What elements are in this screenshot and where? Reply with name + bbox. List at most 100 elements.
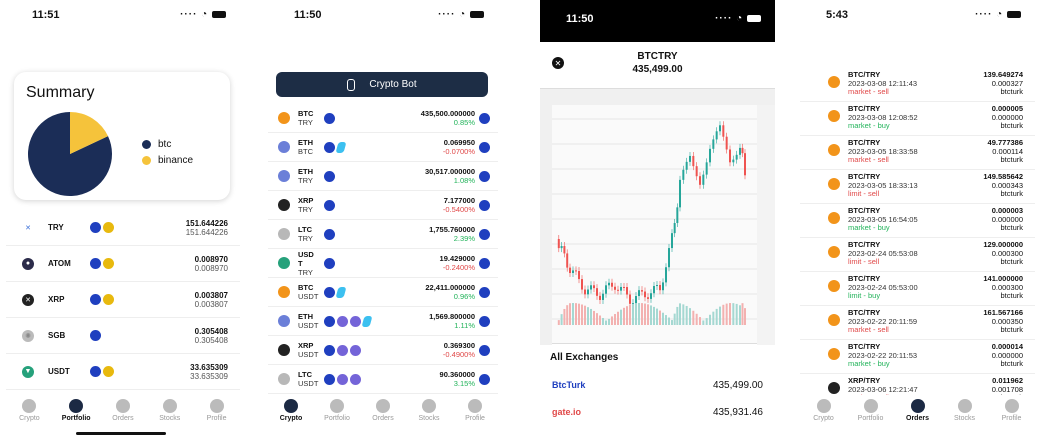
volume-bar bbox=[699, 317, 701, 325]
holding-row[interactable]: ● ATOM 0.008970 0.008970 bbox=[6, 246, 240, 282]
btcturk-icon bbox=[324, 315, 335, 327]
market-row[interactable]: BTC TRY 435,500.000000 0.85% bbox=[268, 104, 498, 133]
candle-body bbox=[679, 179, 681, 208]
tab-crypto[interactable]: Crypto bbox=[271, 399, 311, 439]
binance-icon bbox=[103, 366, 114, 377]
btcturk-icon bbox=[90, 330, 101, 341]
quote-symbol: USDT bbox=[298, 379, 319, 388]
exchange-row[interactable]: BtcTurk 435,499.00 bbox=[540, 372, 775, 398]
holding-row[interactable]: ✕ TRY 151.644226 151.644226 bbox=[6, 210, 240, 246]
volume-bar bbox=[596, 313, 598, 325]
order-row[interactable]: BTC/TRY 2023-02-22 20:11:59 market - sell 1… bbox=[800, 306, 1035, 340]
quote-symbol: TRY bbox=[298, 176, 313, 185]
market-values: 22,411.000000 0.96% bbox=[425, 283, 475, 301]
tab-stocks[interactable]: Stocks bbox=[409, 399, 449, 439]
market-row[interactable]: ETH BTC 0.069950 -0.0700% bbox=[268, 133, 498, 162]
volume-bar bbox=[620, 309, 622, 325]
holding-row[interactable]: ✕ XRP 0.003807 0.003807 bbox=[6, 282, 240, 318]
tab-portfolio[interactable]: Portfolio bbox=[317, 399, 357, 439]
quote-symbol: TRY bbox=[298, 205, 313, 214]
candle-body bbox=[702, 174, 705, 185]
market-values: 1,569.800000 1.11% bbox=[429, 312, 475, 330]
candle-body bbox=[617, 289, 619, 291]
tab-stocks[interactable]: Stocks bbox=[945, 399, 985, 439]
tab-label: Orders bbox=[372, 415, 394, 422]
candle-body bbox=[695, 166, 698, 177]
exchange-price: 435,499.00 bbox=[712, 379, 763, 391]
market-change: -0.0700% bbox=[442, 147, 475, 156]
order-type: limit - sell bbox=[848, 257, 880, 266]
status-bar: 5:43 ···· ◔ bbox=[800, 0, 1035, 28]
holding-row[interactable]: ✺ SGB 0.305408 0.305408 bbox=[6, 318, 240, 354]
market-row[interactable]: LTC USDT 90.360000 3.15% bbox=[268, 365, 498, 394]
tab-profile[interactable]: Profile bbox=[992, 399, 1032, 439]
order-row[interactable]: BTC/TRY 2023-03-08 12:08:52 market - buy 0.… bbox=[800, 102, 1035, 136]
crypto-bot-button[interactable]: Crypto Bot bbox=[276, 72, 488, 97]
volume-bar bbox=[641, 303, 643, 325]
order-row[interactable]: BTC/TRY 2023-03-05 16:54:05 market - buy 0.… bbox=[800, 204, 1035, 238]
base-symbol: XRP bbox=[298, 196, 314, 205]
order-row[interactable]: BTC/TRY 2023-03-05 18:33:58 market - sell 4… bbox=[800, 136, 1035, 170]
stocks-icon bbox=[957, 399, 972, 413]
bot-icon bbox=[347, 78, 356, 91]
tab-crypto[interactable]: Crypto bbox=[804, 399, 844, 439]
tab-orders[interactable]: Orders bbox=[898, 399, 938, 439]
candle-body bbox=[729, 149, 731, 163]
summary-title: Summary bbox=[26, 84, 95, 101]
quote-symbol: USDT bbox=[298, 321, 319, 330]
market-values: 19.429000 -0.2400% bbox=[440, 254, 475, 272]
btc-icon bbox=[828, 280, 840, 292]
price-chart[interactable] bbox=[540, 88, 775, 345]
tab-crypto[interactable]: Crypto bbox=[9, 399, 49, 439]
tab-profile[interactable]: Profile bbox=[455, 399, 495, 439]
pair-symbol: LTC USDT bbox=[298, 370, 322, 388]
holding-amount: 0.305408 bbox=[194, 326, 228, 336]
tab-label: Stocks bbox=[953, 415, 975, 422]
exchange-row[interactable]: gate.io 435,931.46 bbox=[540, 399, 775, 425]
btcturk-icon bbox=[324, 286, 335, 298]
order-row[interactable]: BTC/TRY 2023-02-24 05:53:00 limit - buy 141… bbox=[800, 272, 1035, 306]
order-type: market - sell bbox=[848, 325, 889, 334]
tab-label: Crypto bbox=[279, 415, 303, 422]
candle-body bbox=[653, 286, 655, 294]
order-row[interactable]: BTC/TRY 2023-03-05 18:33:13 limit - sell 14… bbox=[800, 170, 1035, 204]
btcturk-icon bbox=[324, 199, 335, 211]
candle-body bbox=[665, 267, 667, 283]
volume-bar bbox=[608, 318, 610, 325]
volume-bar bbox=[709, 314, 711, 325]
order-row[interactable]: BTC/TRY 2023-02-24 05:53:08 limit - sell 12… bbox=[800, 238, 1035, 272]
market-row[interactable]: ETH TRY 30,517.000000 1.08% bbox=[268, 162, 498, 191]
market-values: 0.369300 -0.4900% bbox=[443, 341, 475, 359]
holding-values: 33.635309 33.635309 bbox=[190, 363, 228, 381]
market-change: 0.85% bbox=[453, 118, 475, 127]
order-row[interactable]: BTC/TRY 2023-02-22 20:11:53 market - buy 0.… bbox=[800, 340, 1035, 374]
holdings-list: ✕ TRY 151.644226 151.644226 ● ATOM 0.008970 0.0… bbox=[6, 210, 240, 390]
market-row[interactable]: ETH USDT 1,569.800000 1.11% bbox=[268, 307, 498, 336]
holding-symbol: ATOM bbox=[48, 259, 71, 268]
order-type: limit - sell bbox=[848, 189, 880, 198]
market-row[interactable]: USD T TRY 19.429000 -0.2400% bbox=[268, 249, 498, 278]
candle-body bbox=[605, 285, 607, 294]
market-row[interactable]: BTC USDT 22,411.000000 0.96% bbox=[268, 278, 498, 307]
tab-orders[interactable]: Orders bbox=[363, 399, 403, 439]
market-row[interactable]: XRP TRY 7.177000 -0.5400% bbox=[268, 191, 498, 220]
paribu-icon bbox=[335, 286, 347, 298]
stocks-icon bbox=[162, 399, 177, 413]
market-row[interactable]: XRP USDT 0.369300 -0.4900% bbox=[268, 336, 498, 365]
market-values: 7.177000 -0.5400% bbox=[443, 196, 475, 214]
market-price: 435,500.000000 bbox=[420, 109, 475, 118]
holding-row[interactable]: ▼ USDT 33.635309 33.635309 bbox=[6, 354, 240, 390]
pair-header: ✕ BTCTRY 435,499.00 bbox=[540, 42, 775, 84]
candle-body bbox=[682, 169, 685, 180]
candle-body bbox=[685, 161, 688, 170]
volume-bar bbox=[569, 303, 571, 325]
market-row[interactable]: LTC TRY 1,755.760000 2.39% bbox=[268, 220, 498, 249]
holding-amount-secondary: 151.644226 bbox=[185, 227, 228, 237]
order-row[interactable]: BTC/TRY 2023-03-08 12:11:43 market - sell 1… bbox=[800, 68, 1035, 102]
tab-portfolio[interactable]: Portfolio bbox=[851, 399, 891, 439]
holding-amount: 0.003807 bbox=[194, 290, 228, 300]
legend-item-binance: binance bbox=[142, 152, 193, 168]
candlestick-chart[interactable] bbox=[540, 89, 775, 345]
tab-profile[interactable]: Profile bbox=[197, 399, 237, 439]
holding-symbol: XRP bbox=[48, 295, 65, 304]
